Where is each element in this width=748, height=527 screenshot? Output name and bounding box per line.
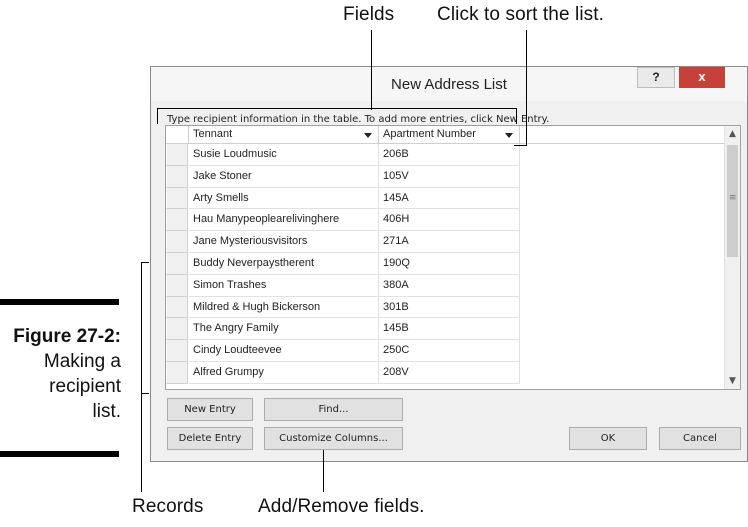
row-selector[interactable] — [166, 209, 188, 232]
row-selector[interactable] — [166, 318, 188, 341]
fields-leader-line — [371, 30, 372, 110]
delete-entry-button[interactable]: Delete Entry — [167, 427, 253, 450]
row-selector[interactable] — [166, 144, 188, 166]
sort-leader-line — [526, 30, 527, 146]
cancel-button[interactable]: Cancel — [659, 427, 741, 450]
records-callout: Records — [132, 496, 204, 517]
row-selector[interactable] — [166, 187, 188, 210]
tennant-cell[interactable]: Mildred & Hugh Bickerson — [189, 296, 379, 319]
apartment-number-cell[interactable]: 271A — [379, 231, 520, 253]
row-selector[interactable] — [166, 340, 188, 362]
sort-leader-tick — [514, 145, 527, 146]
apartment-number-cell[interactable]: 380A — [379, 274, 520, 297]
new-entry-button[interactable]: New Entry — [167, 398, 253, 421]
tennant-cell[interactable]: Jane Mysteriousvisitors — [189, 231, 379, 253]
table-row: Susie Loudmusic 206B — [166, 144, 726, 166]
add-remove-leader-line — [323, 450, 324, 492]
sort-dropdown-icon[interactable] — [364, 133, 372, 138]
fields-bracket — [157, 108, 517, 124]
table-body: Susie Loudmusic 206B Jake Stoner 105V Ar… — [166, 144, 726, 384]
fields-callout: Fields — [343, 4, 395, 25]
row-selector[interactable] — [166, 361, 188, 384]
apartment-number-cell[interactable]: 145A — [379, 187, 520, 210]
table-row: Buddy Neverpaystherent 190Q — [166, 252, 726, 275]
vertical-scrollbar[interactable]: ▲ ≡ ▼ — [724, 126, 740, 389]
table-row: Jake Stoner 105V — [166, 165, 726, 188]
records-bracket — [141, 262, 149, 394]
tennant-cell[interactable]: Arty Smells — [189, 187, 379, 210]
new-address-list-dialog: New Address List ? x Type recipient info… — [150, 66, 748, 462]
title-bar[interactable]: New Address List ? x — [151, 67, 747, 101]
row-selector[interactable] — [166, 252, 188, 275]
tennant-cell[interactable]: Susie Loudmusic — [189, 144, 379, 166]
figure-caption-line: Making a — [43, 351, 121, 372]
scroll-grip-icon: ≡ — [729, 193, 737, 203]
table-row: Cindy Loudteevee 250C — [166, 340, 726, 362]
figure-caption-line: recipient — [49, 376, 121, 397]
apartment-number-cell[interactable]: 208V — [379, 361, 520, 384]
column-header-apartment-number[interactable]: Apartment Number — [379, 126, 520, 143]
tennant-cell[interactable]: Simon Trashes — [189, 274, 379, 297]
figure-rule-top — [0, 299, 119, 305]
scroll-up-icon[interactable]: ▲ — [725, 126, 740, 142]
tennant-cell[interactable]: Alfred Grumpy — [189, 361, 379, 384]
column-header-label: Apartment Number — [383, 128, 476, 140]
row-selector[interactable] — [166, 165, 188, 188]
ok-button[interactable]: OK — [569, 427, 647, 450]
sort-callout: Click to sort the list. — [437, 4, 605, 25]
apartment-number-cell[interactable]: 301B — [379, 296, 520, 319]
select-all-corner[interactable] — [166, 126, 189, 143]
apartment-number-cell[interactable]: 105V — [379, 165, 520, 188]
table-row: Jane Mysteriousvisitors 271A — [166, 231, 726, 253]
table-row: Simon Trashes 380A — [166, 274, 726, 297]
figure-number: Figure 27-2: — [13, 326, 121, 347]
scroll-thumb[interactable]: ≡ — [727, 145, 738, 257]
close-button[interactable]: x — [679, 67, 725, 88]
table-row: Arty Smells 145A — [166, 187, 726, 210]
scroll-down-icon[interactable]: ▼ — [725, 373, 740, 389]
help-button[interactable]: ? — [637, 67, 675, 88]
recipient-table: Tennant Apartment Number Susie Loudmusic… — [165, 125, 741, 390]
table-row: Mildred & Hugh Bickerson 301B — [166, 296, 726, 319]
apartment-number-cell[interactable]: 250C — [379, 340, 520, 362]
row-selector[interactable] — [166, 231, 188, 253]
apartment-number-cell[interactable]: 206B — [379, 144, 520, 166]
figure-caption-line: list. — [92, 401, 122, 422]
row-selector[interactable] — [166, 296, 188, 319]
figure-rule-bottom — [0, 451, 119, 457]
apartment-number-cell[interactable]: 145B — [379, 318, 520, 341]
tennant-cell[interactable]: The Angry Family — [189, 318, 379, 341]
table-row: The Angry Family 145B — [166, 318, 726, 341]
table-row: Alfred Grumpy 208V — [166, 361, 726, 384]
table-header: Tennant Apartment Number — [166, 126, 726, 144]
row-selector[interactable] — [166, 274, 188, 297]
records-leader-line — [141, 262, 142, 492]
apartment-number-cell[interactable]: 190Q — [379, 252, 520, 275]
sort-dropdown-icon[interactable] — [505, 133, 513, 138]
table-row: Hau Manypeoplearelivinghere 406H — [166, 209, 726, 232]
figure-caption: Figure 27-2: Making a recipient list. — [13, 324, 121, 424]
tennant-cell[interactable]: Cindy Loudteevee — [189, 340, 379, 362]
apartment-number-cell[interactable]: 406H — [379, 209, 520, 232]
column-header-tennant[interactable]: Tennant — [189, 126, 379, 143]
add-remove-fields-callout: Add/Remove fields. — [258, 496, 425, 517]
column-header-label: Tennant — [193, 128, 233, 140]
tennant-cell[interactable]: Buddy Neverpaystherent — [189, 252, 379, 275]
tennant-cell[interactable]: Jake Stoner — [189, 165, 379, 188]
tennant-cell[interactable]: Hau Manypeoplearelivinghere — [189, 209, 379, 232]
find-button[interactable]: Find... — [264, 398, 403, 421]
customize-columns-button[interactable]: Customize Columns... — [264, 427, 403, 450]
